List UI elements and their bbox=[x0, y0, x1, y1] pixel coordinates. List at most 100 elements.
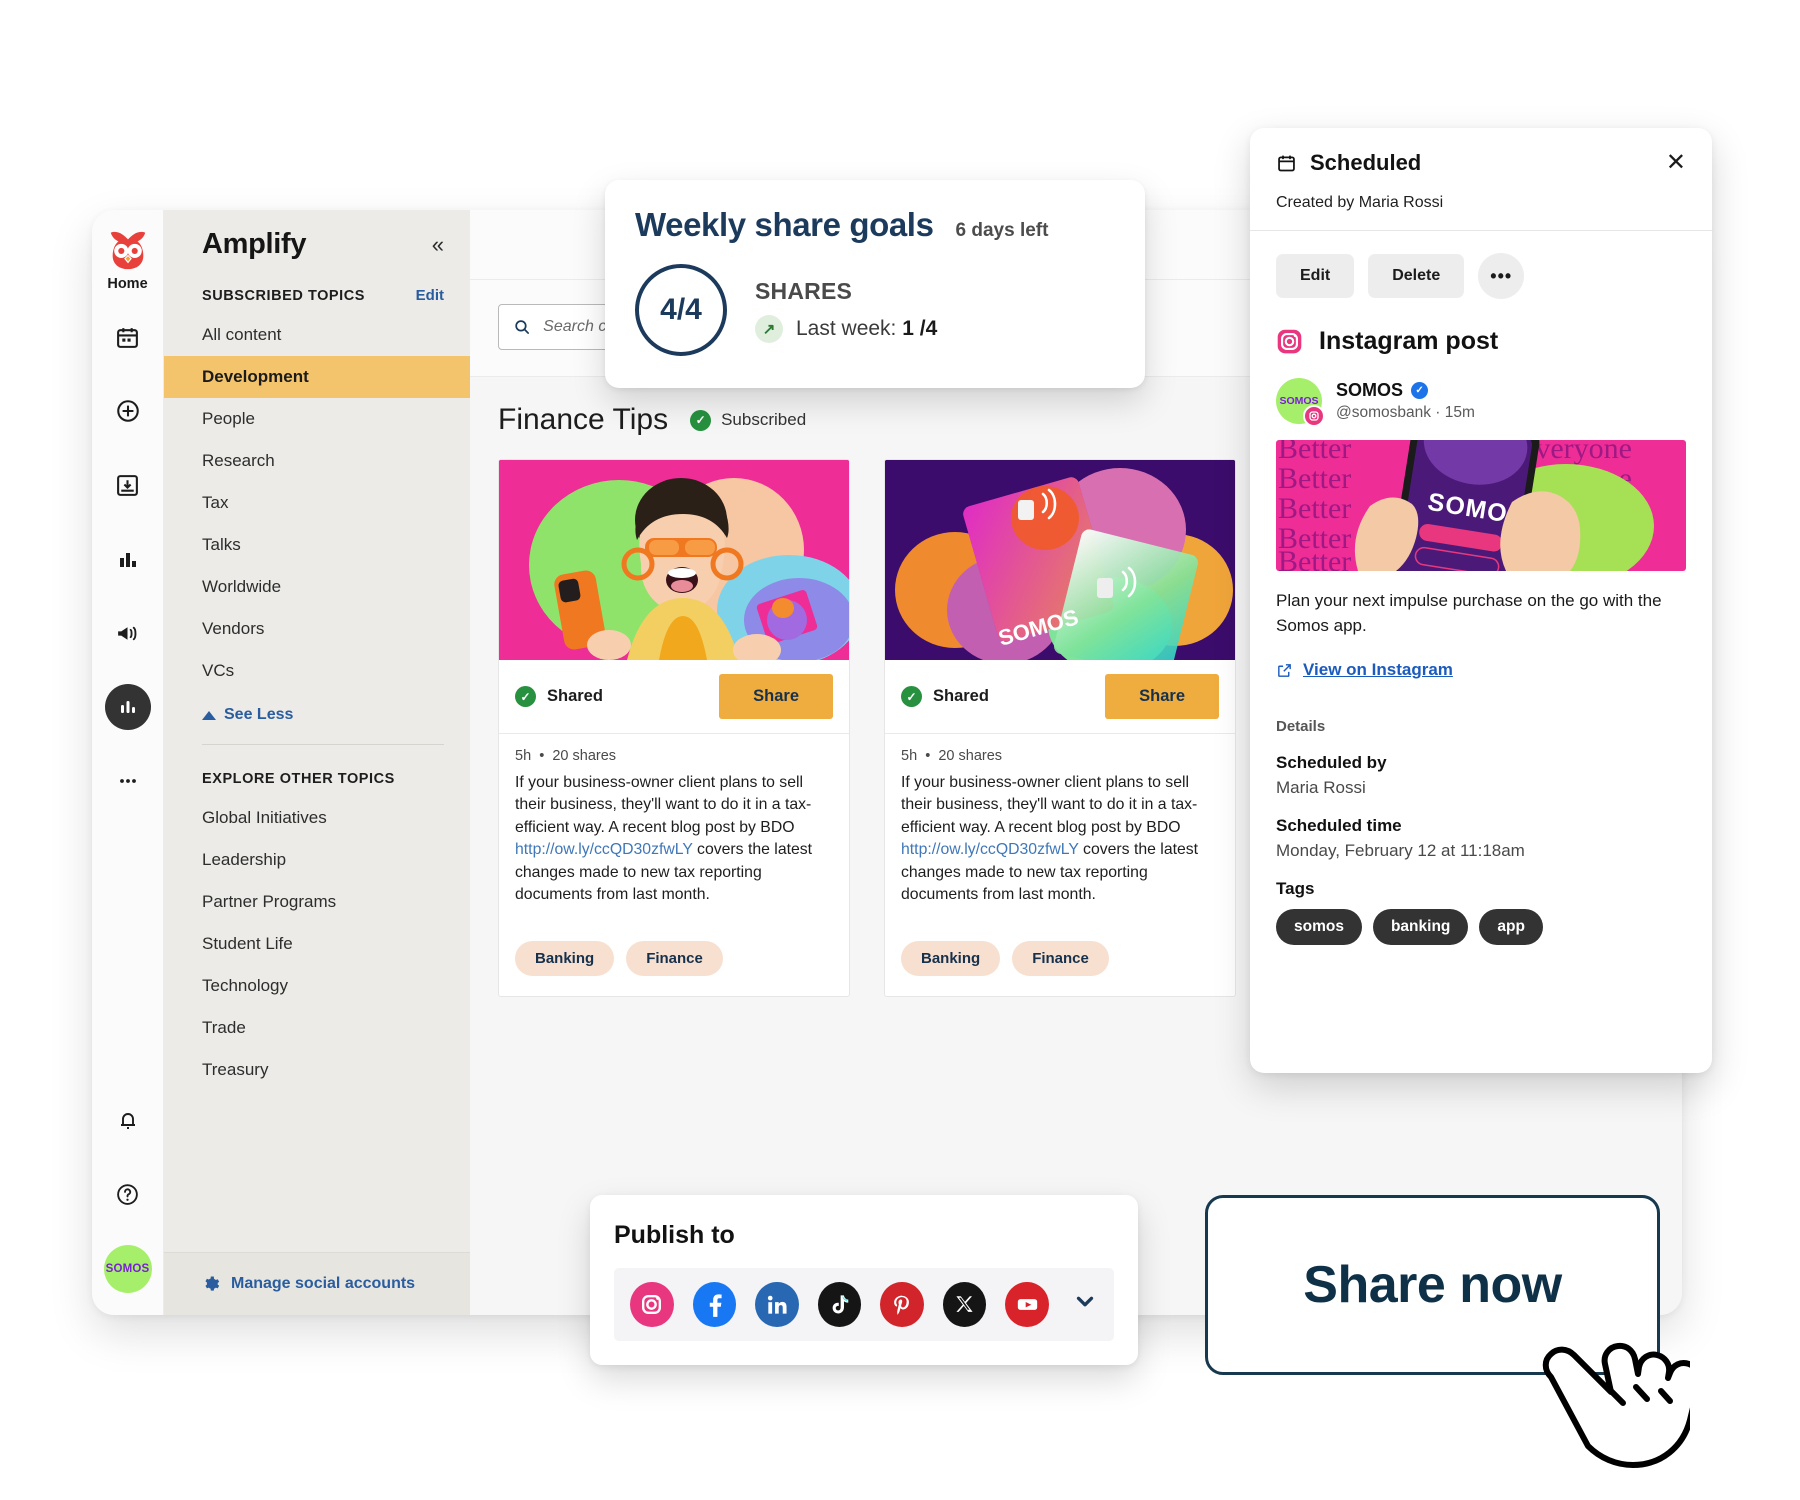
author-info: SOMOS ✓ @somosbank · 15m bbox=[1336, 380, 1475, 422]
plus-circle-icon[interactable] bbox=[105, 388, 151, 434]
verified-badge-icon: ✓ bbox=[1411, 382, 1429, 399]
card-share-count: 20 shares bbox=[552, 748, 617, 764]
megaphone-icon[interactable] bbox=[105, 610, 151, 656]
tag-finance[interactable]: Finance bbox=[1012, 940, 1109, 976]
feed-title: Finance Tips bbox=[498, 403, 669, 436]
scheduled-actions: Edit Delete ••• bbox=[1250, 231, 1712, 299]
scheduled-panel: Scheduled ✕ Created by Maria Rossi Edit … bbox=[1250, 128, 1712, 1073]
instagram-icon[interactable] bbox=[630, 1282, 674, 1327]
facebook-icon[interactable] bbox=[692, 1282, 737, 1327]
card-age: 5h bbox=[901, 748, 918, 764]
sidebar-item-partner-programs[interactable]: Partner Programs bbox=[164, 881, 470, 923]
author-name: SOMOS bbox=[1336, 380, 1404, 400]
sidebar-item-treasury[interactable]: Treasury bbox=[164, 1049, 470, 1091]
calendar-icon bbox=[1278, 155, 1295, 171]
card-body: 5h • 20 shares If your business-owner cl… bbox=[499, 734, 849, 907]
tag-banking[interactable]: banking bbox=[1372, 909, 1469, 946]
sidebar-item-technology[interactable]: Technology bbox=[164, 965, 470, 1007]
sidebar-item-tax[interactable]: Tax bbox=[164, 482, 470, 524]
detail-value: Maria Rossi bbox=[1276, 778, 1366, 798]
tag-app[interactable]: app bbox=[1479, 909, 1543, 946]
more-dots-icon[interactable] bbox=[105, 758, 151, 804]
subscribed-topics-header: SUBSCRIBED TOPICS Edit bbox=[164, 261, 470, 314]
post-caption: Plan your next impulse purchase on the g… bbox=[1276, 591, 1662, 635]
linkedin-icon[interactable] bbox=[755, 1282, 799, 1327]
help-circle-icon[interactable] bbox=[105, 1171, 151, 1217]
tag-banking[interactable]: Banking bbox=[901, 940, 1001, 976]
sidebar-item-vcs[interactable]: VCs bbox=[164, 650, 470, 692]
post-author: SOMOS SOMOS ✓ @somosbank · 15m bbox=[1250, 356, 1712, 427]
sidebar-item-global-initiatives[interactable]: Global Initiatives bbox=[164, 797, 470, 839]
x-twitter-icon[interactable] bbox=[942, 1282, 987, 1327]
card-meta: 5h • 20 shares bbox=[901, 748, 1003, 764]
edit-topics-button[interactable]: Edit bbox=[416, 287, 444, 304]
screenshot-stage: Home SOMOS Amplify « SUBSCRIBED TOPICS E… bbox=[0, 0, 1800, 1500]
sidebar-item-trade[interactable]: Trade bbox=[164, 1007, 470, 1049]
detail-key: Tags bbox=[1276, 879, 1315, 899]
card-image bbox=[499, 460, 849, 660]
sidebar-item-leadership[interactable]: Leadership bbox=[164, 839, 470, 881]
bell-icon[interactable] bbox=[105, 1097, 151, 1143]
icon-rail: Home SOMOS bbox=[92, 210, 164, 1315]
sidebar-item-talks[interactable]: Talks bbox=[164, 524, 470, 566]
card-meta: 5h • 20 shares bbox=[515, 748, 617, 764]
details-label: Details bbox=[1276, 718, 1326, 736]
share-button[interactable]: Share bbox=[719, 674, 833, 719]
youtube-icon[interactable] bbox=[1005, 1282, 1050, 1327]
card-link[interactable]: http://ow.ly/ccQD30zfwLY bbox=[515, 841, 693, 858]
share-now-label: Share now bbox=[1303, 1256, 1562, 1314]
card-link[interactable]: http://ow.ly/ccQD30zfwLY bbox=[901, 841, 1079, 858]
owl-logo-icon[interactable] bbox=[105, 226, 151, 272]
sidebar-item-people[interactable]: People bbox=[164, 398, 470, 440]
see-less-button[interactable]: See Less bbox=[164, 692, 470, 732]
svg-text:Better: Better bbox=[1278, 492, 1351, 525]
sidebar-item-development[interactable]: Development bbox=[164, 356, 470, 398]
goals-title: Weekly share goals bbox=[635, 206, 934, 243]
sidebar-item-worldwide[interactable]: Worldwide bbox=[164, 566, 470, 608]
analytics-active-icon[interactable] bbox=[104, 684, 151, 730]
more-options-button[interactable]: ••• bbox=[1478, 253, 1525, 299]
tiktok-icon[interactable] bbox=[817, 1282, 862, 1327]
chevron-double-left-icon[interactable]: « bbox=[432, 233, 444, 256]
inbox-download-icon[interactable] bbox=[105, 462, 151, 508]
content-card: SOMOS ✓ Shared Share 5h • 20 shares If y… bbox=[884, 459, 1236, 997]
shared-label: Shared bbox=[933, 687, 989, 705]
manage-social-accounts-label: Manage social accounts bbox=[231, 1275, 416, 1292]
delete-button[interactable]: Delete bbox=[1368, 254, 1465, 298]
goals-metrics: SHARES ↗ Last week: 1 /4 bbox=[755, 278, 937, 343]
view-on-instagram-link[interactable]: View on Instagram bbox=[1250, 638, 1712, 680]
subscribed-status: ✓ Subscribed bbox=[690, 409, 806, 431]
card-actions: ✓ Shared Share bbox=[499, 660, 849, 734]
check-circle-icon: ✓ bbox=[515, 686, 536, 707]
tag-finance[interactable]: Finance bbox=[626, 940, 723, 976]
scheduled-tags-row: somos banking app bbox=[1250, 899, 1712, 946]
sidebar-item-all-content[interactable]: All content bbox=[164, 314, 470, 356]
share-button[interactable]: Share bbox=[1105, 674, 1219, 719]
card-actions: ✓ Shared Share bbox=[885, 660, 1235, 734]
pinterest-icon[interactable] bbox=[880, 1282, 924, 1327]
bar-chart-icon[interactable] bbox=[105, 536, 151, 582]
avatar[interactable]: SOMOS bbox=[103, 1245, 152, 1293]
card-text: If your business-owner client plans to s… bbox=[901, 772, 1219, 907]
instagram-icon bbox=[1277, 329, 1302, 354]
sidebar-item-vendors[interactable]: Vendors bbox=[164, 608, 470, 650]
close-icon[interactable]: ✕ bbox=[1666, 151, 1686, 175]
sidebar-top: Amplify « SUBSCRIBED TOPICS Edit All con… bbox=[164, 210, 470, 1091]
sidebar-item-research[interactable]: Research bbox=[164, 440, 470, 482]
edit-button[interactable]: Edit bbox=[1276, 254, 1355, 298]
calendar-icon[interactable] bbox=[105, 314, 151, 360]
chevron-down-icon[interactable] bbox=[1072, 1288, 1098, 1321]
tag-somos[interactable]: somos bbox=[1276, 909, 1362, 946]
sidebar: Amplify « SUBSCRIBED TOPICS Edit All con… bbox=[164, 210, 470, 1315]
shared-label: Shared bbox=[547, 687, 603, 705]
manage-social-accounts-button[interactable]: Manage social accounts bbox=[164, 1252, 470, 1315]
post-type-row: Instagram post bbox=[1250, 299, 1712, 356]
tag-banking[interactable]: Banking bbox=[515, 940, 615, 976]
sidebar-item-student-life[interactable]: Student Life bbox=[164, 923, 470, 965]
post-type-label: Instagram post bbox=[1319, 327, 1499, 355]
subscribed-topics-label: SUBSCRIBED TOPICS bbox=[202, 287, 365, 304]
post-preview-image: Bettereveryone Bettereveryone Betterever… bbox=[1276, 440, 1686, 571]
scheduled-title: Scheduled bbox=[1276, 150, 1421, 176]
card-artwork-1 bbox=[499, 460, 849, 660]
view-on-instagram-label: View on Instagram bbox=[1303, 660, 1453, 680]
